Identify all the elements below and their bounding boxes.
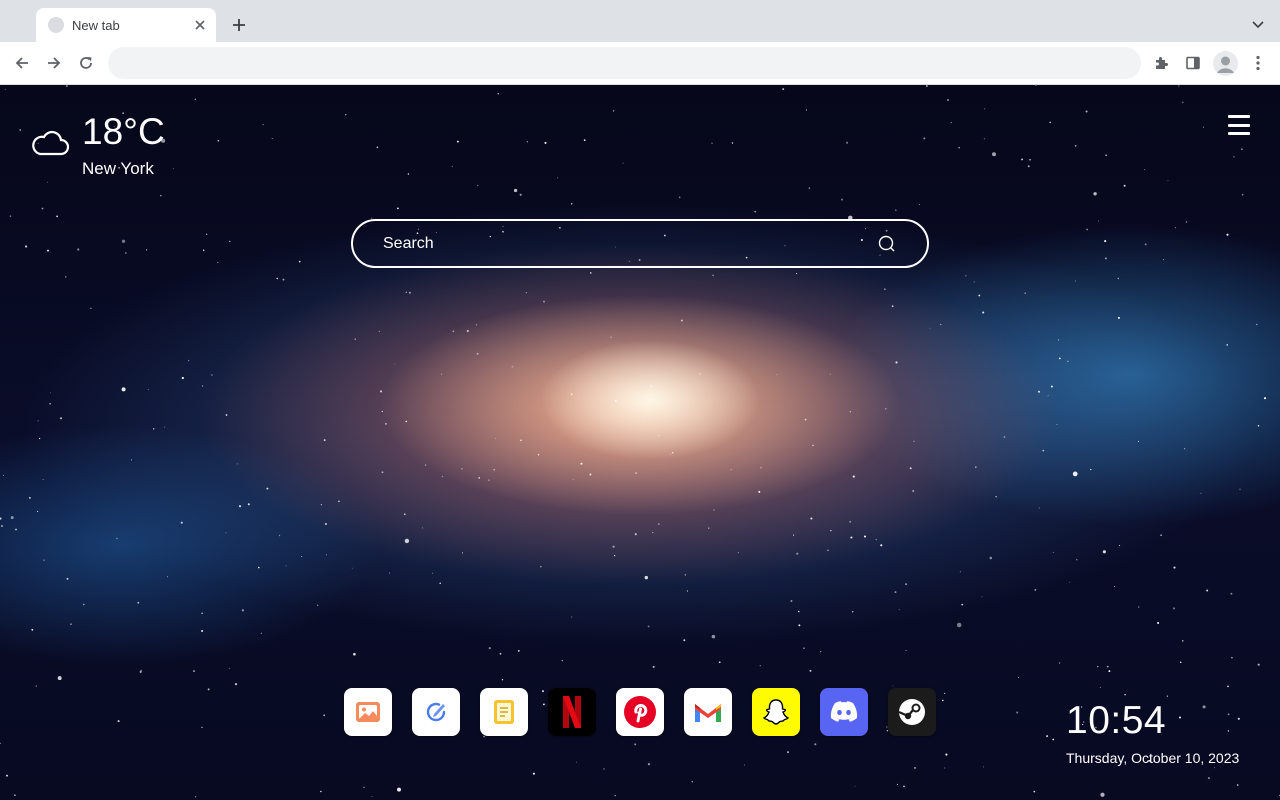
reload-icon[interactable] — [74, 51, 98, 75]
cloud-icon — [32, 130, 70, 156]
tab-title: New tab — [72, 17, 120, 33]
netflix-icon — [563, 696, 581, 728]
gmail-app[interactable] — [684, 688, 732, 736]
snapchat-app[interactable] — [752, 688, 800, 736]
clock-widget: 10:54 Thursday, October 10, 2023 — [1066, 701, 1239, 766]
steam-icon — [898, 699, 925, 725]
tab-new-tab[interactable]: New tab — [36, 8, 216, 42]
steam-app[interactable] — [888, 688, 936, 736]
search-icon[interactable] — [877, 234, 897, 254]
new-tab-page: 18°C New York Search 10:54 Thursday, Oct… — [0, 85, 1280, 800]
avatar-icon[interactable] — [1213, 51, 1238, 76]
tasks-app[interactable] — [412, 688, 460, 736]
search-box — [351, 219, 929, 268]
image-icon — [356, 702, 380, 722]
close-icon[interactable] — [190, 15, 210, 35]
puzzle-icon[interactable] — [1149, 51, 1173, 75]
arrow-right-icon[interactable] — [42, 51, 66, 75]
clock-time: 10:54 — [1066, 699, 1167, 742]
clock-date: Thursday, October 10, 2023 — [1066, 750, 1240, 766]
check-pen-icon — [426, 702, 446, 722]
discord-app[interactable] — [820, 688, 868, 736]
chevron-down-icon[interactable] — [1248, 14, 1268, 36]
plus-icon[interactable] — [228, 14, 250, 36]
photos-app[interactable] — [344, 688, 392, 736]
notes-app[interactable] — [480, 688, 528, 736]
snapchat-icon — [762, 699, 790, 725]
favicon-icon — [48, 17, 64, 33]
address-bar[interactable] — [108, 47, 1141, 79]
notes-icon — [494, 700, 514, 724]
discord-icon — [830, 701, 858, 722]
side-panel-icon[interactable] — [1181, 51, 1205, 75]
app-dock — [344, 688, 936, 736]
search-input[interactable] — [353, 220, 877, 267]
tab-strip: New tab — [0, 0, 1280, 42]
toolbar — [0, 42, 1280, 85]
pinterest-icon — [624, 696, 656, 728]
temperature: 18°C — [82, 111, 165, 152]
hamburger-menu-icon[interactable] — [1228, 115, 1250, 135]
city-name: New York — [82, 159, 154, 178]
kebab-menu-icon[interactable] — [1246, 51, 1270, 75]
netflix-app[interactable] — [548, 688, 596, 736]
pinterest-app[interactable] — [616, 688, 664, 736]
gmail-icon — [695, 704, 721, 722]
arrow-left-icon[interactable] — [10, 51, 34, 75]
